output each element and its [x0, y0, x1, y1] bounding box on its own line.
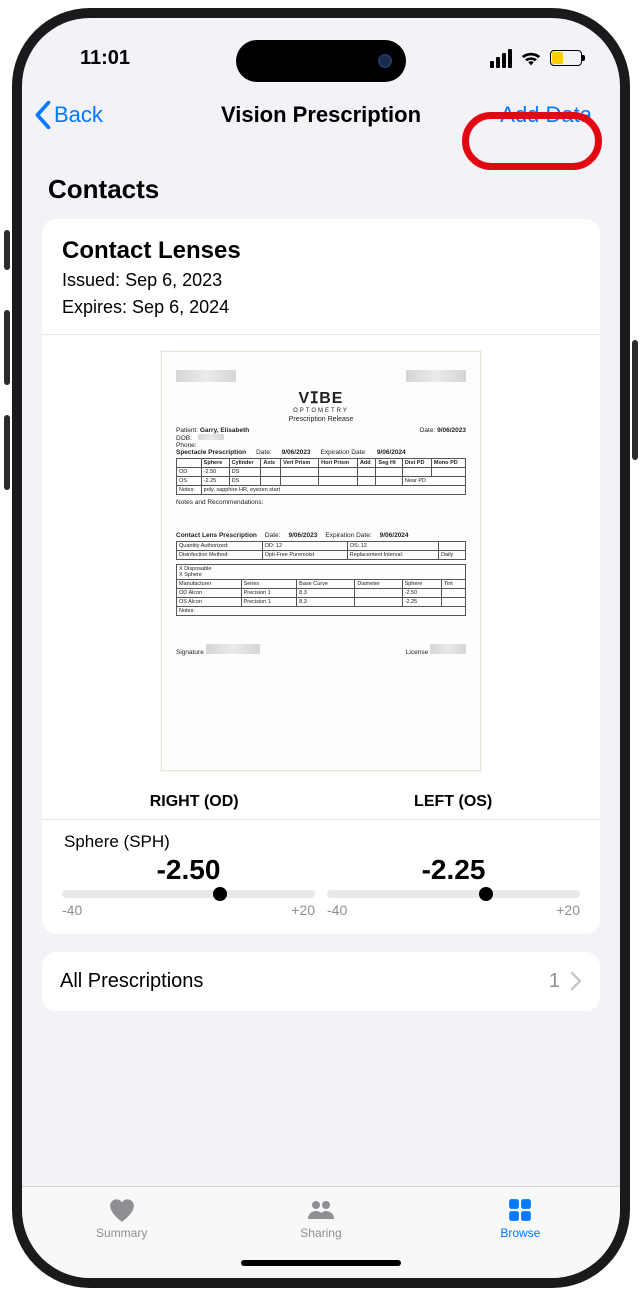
all-prescriptions-label: All Prescriptions: [60, 970, 203, 993]
dynamic-island: [236, 40, 406, 82]
page-title: Vision Prescription: [221, 102, 421, 128]
heart-icon: [107, 1197, 137, 1223]
sphere-label: Sphere (SPH): [64, 832, 580, 852]
prescription-document-image[interactable]: VⵊBEOPTOMETRY Prescription Release Patie…: [161, 351, 481, 771]
tab-summary[interactable]: Summary: [23, 1197, 220, 1240]
back-label: Back: [54, 102, 103, 128]
sphere-left-slider[interactable]: -2.25 -40+20: [327, 854, 580, 918]
sphere-right-value: -2.50: [62, 854, 315, 886]
chevron-left-icon: [34, 101, 52, 129]
tab-bar: Summary Sharing Browse: [22, 1186, 620, 1278]
wifi-icon: [520, 49, 542, 67]
left-eye-heading: LEFT (OS): [414, 793, 492, 811]
content-area[interactable]: Contacts Contact Lenses Issued: Sep 6, 2…: [22, 140, 620, 1184]
card-title: Contact Lenses: [62, 237, 580, 265]
tab-browse[interactable]: Browse: [422, 1197, 619, 1240]
grid-icon: [505, 1197, 535, 1223]
home-indicator[interactable]: [241, 1260, 401, 1266]
all-prescriptions-count: 1: [549, 970, 560, 993]
phone-frame: 11:01 Back Vision Prescription Add Data: [12, 8, 630, 1288]
expires-line: Expires: Sep 6, 2024: [62, 296, 580, 319]
add-data-button[interactable]: Add Data: [492, 98, 600, 132]
battery-icon: [550, 50, 582, 66]
screen: 11:01 Back Vision Prescription Add Data: [22, 18, 620, 1278]
chevron-right-icon: [570, 971, 582, 991]
issued-line: Issued: Sep 6, 2023: [62, 269, 580, 292]
right-eye-heading: RIGHT (OD): [150, 793, 239, 811]
status-time: 11:01: [80, 47, 130, 70]
section-contacts-title: Contacts: [48, 174, 600, 205]
tab-sharing[interactable]: Sharing: [222, 1197, 419, 1240]
sphere-right-slider[interactable]: -2.50 -40+20: [62, 854, 315, 918]
people-icon: [306, 1197, 336, 1223]
back-button[interactable]: Back: [34, 101, 103, 129]
prescription-card[interactable]: Contact Lenses Issued: Sep 6, 2023 Expir…: [42, 219, 600, 934]
all-prescriptions-row[interactable]: All Prescriptions 1: [42, 952, 600, 1011]
sphere-left-value: -2.25: [327, 854, 580, 886]
nav-bar: Back Vision Prescription Add Data: [22, 88, 620, 140]
cellular-icon: [490, 49, 512, 68]
